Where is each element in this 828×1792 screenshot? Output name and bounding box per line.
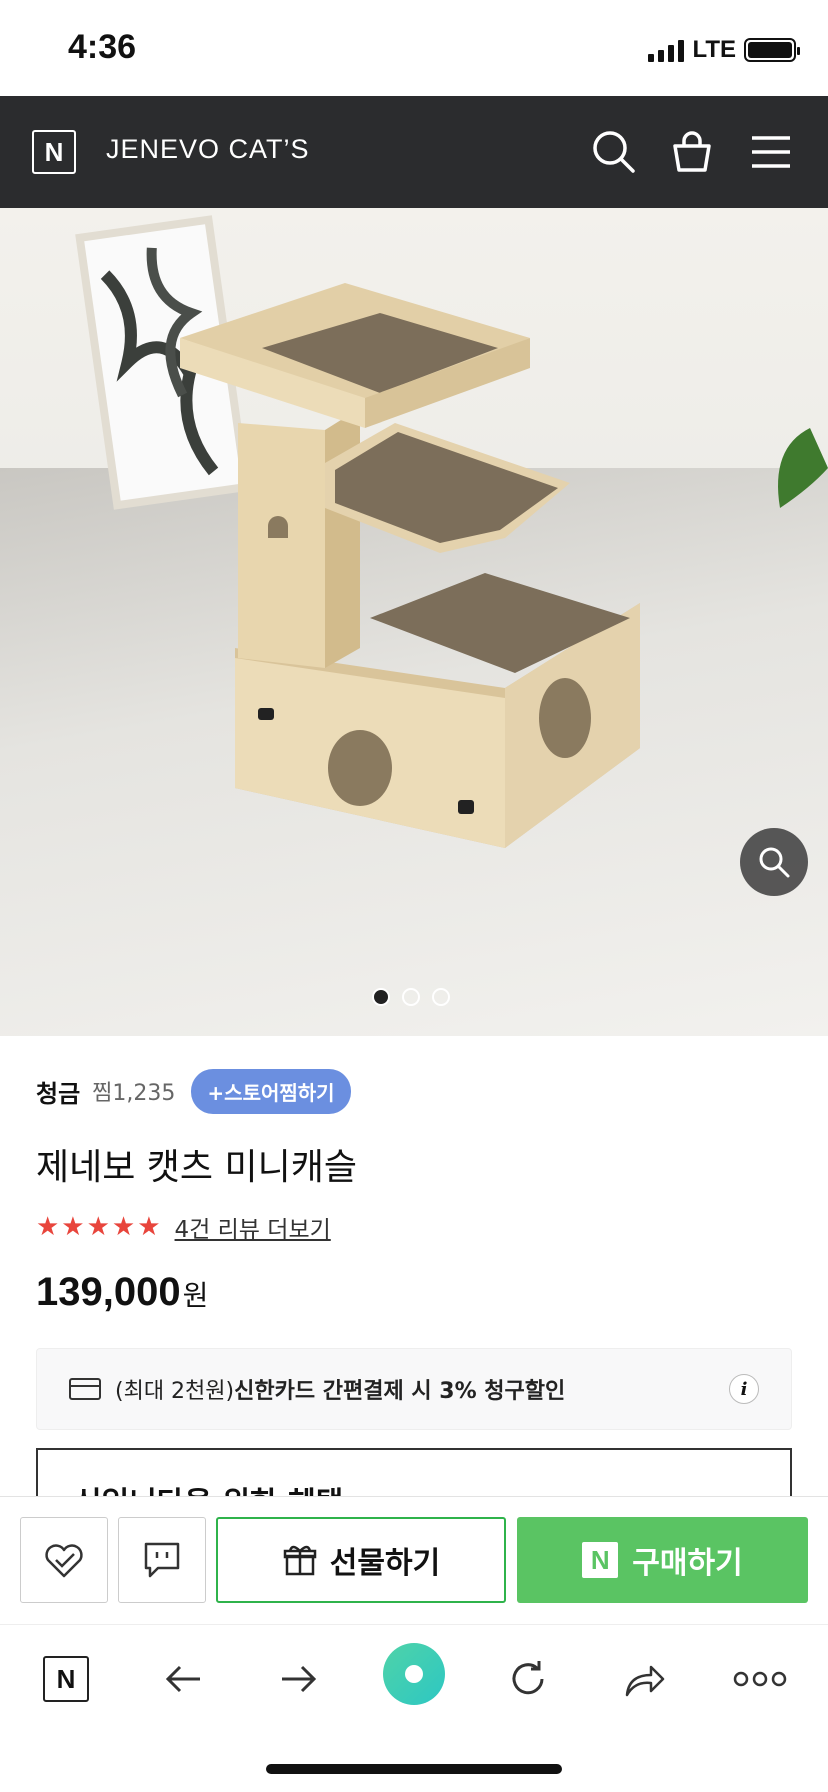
battery-icon xyxy=(744,38,800,62)
cellular-signal-icon xyxy=(648,38,685,62)
benefit-prefix: (최대 2천원) xyxy=(115,1379,235,1404)
share-arrow-icon xyxy=(625,1665,665,1697)
zoom-button[interactable] xyxy=(740,828,808,896)
benefit-text: (최대 2천원)신한카드 간편결제 시 3% 청구할인 xyxy=(115,1373,729,1405)
network-label: LTE xyxy=(692,36,736,63)
naver-pay-logo: N xyxy=(582,1542,619,1578)
arrow-left-icon xyxy=(165,1665,200,1693)
green-dot-button[interactable] xyxy=(383,1643,445,1705)
browser-home-button[interactable]: N xyxy=(36,1649,96,1709)
status-time: 4:36 xyxy=(68,28,137,66)
info-icon[interactable]: i xyxy=(729,1374,759,1404)
store-wish-button[interactable]: +스토어찜하기 xyxy=(191,1068,351,1114)
seller-row: 청금 찜1,235 +스토어찜하기 xyxy=(36,1068,792,1114)
pager-dot-3[interactable] xyxy=(432,988,450,1006)
browser-toolbar: N xyxy=(0,1624,828,1744)
price-value: 139,000 xyxy=(36,1270,181,1314)
review-link[interactable]: 4건 리뷰 더보기 xyxy=(175,1210,331,1244)
chat-icon xyxy=(144,1542,180,1578)
more-button[interactable] xyxy=(730,1649,790,1709)
store-name[interactable]: JENEVO CAT’S xyxy=(106,134,310,165)
pager-dot-1[interactable] xyxy=(372,988,390,1006)
refresh-icon xyxy=(512,1661,544,1695)
store-header: N JENEVO CAT’S xyxy=(0,96,828,208)
status-bar: 4:36 LTE xyxy=(0,0,828,96)
forward-button[interactable] xyxy=(268,1649,328,1709)
product-image[interactable] xyxy=(0,208,828,1036)
gift-label: 선물하기 xyxy=(329,1546,441,1581)
pager-dot-2[interactable] xyxy=(402,988,420,1006)
partial-section-title: 신입니다을 위한 혜택 xyxy=(74,1478,343,1498)
search-icon[interactable] xyxy=(588,126,640,178)
rating-row: ★★★★★ 4건 리뷰 더보기 xyxy=(36,1210,792,1244)
credit-card-icon xyxy=(69,1378,101,1400)
talk-button[interactable] xyxy=(118,1517,206,1603)
more-dots-icon xyxy=(733,1671,787,1687)
wish-count: 찜1,235 xyxy=(92,1081,176,1106)
back-button[interactable] xyxy=(154,1649,214,1709)
rating-stars: ★★★★★ xyxy=(36,1212,163,1242)
arrow-right-icon xyxy=(282,1665,317,1693)
share-button[interactable] xyxy=(614,1649,674,1709)
product-info: 청금 찜1,235 +스토어찜하기 제네보 캣츠 미니캐슬 ★★★★★ 4건 리… xyxy=(36,1068,792,1315)
menu-icon[interactable] xyxy=(746,126,798,178)
purchase-button[interactable]: N 구매하기 xyxy=(517,1517,808,1603)
benefit-highlight: 신한카드 간편결제 시 3% 청구할인 xyxy=(234,1379,566,1404)
gift-button[interactable]: 선물하기 xyxy=(216,1517,506,1603)
heart-check-icon xyxy=(45,1544,83,1578)
product-title: 제네보 캣츠 미니캐슬 xyxy=(36,1147,357,1188)
seller-name[interactable]: 청금 xyxy=(36,1074,80,1109)
purchase-bar: 선물하기 N 구매하기 xyxy=(0,1496,828,1624)
image-pager xyxy=(372,988,450,1006)
card-benefit-banner[interactable]: (최대 2천원)신한카드 간편결제 시 3% 청구할인 i xyxy=(36,1348,792,1430)
naver-logo-icon: N xyxy=(43,1656,89,1702)
status-indicators: LTE xyxy=(648,36,800,64)
green-dot-icon xyxy=(405,1665,423,1683)
price-currency: 원 xyxy=(182,1279,209,1312)
purchase-label: 구매하기 xyxy=(632,1546,743,1581)
gift-icon xyxy=(283,1545,317,1576)
reload-button[interactable] xyxy=(498,1649,558,1709)
wishlist-button[interactable] xyxy=(20,1517,108,1603)
magnifier-icon xyxy=(759,847,790,878)
home-indicator[interactable] xyxy=(266,1764,562,1774)
naver-home-logo[interactable]: N xyxy=(32,130,76,174)
cart-icon[interactable] xyxy=(666,126,718,178)
price-row: 139,000 원 xyxy=(36,1270,792,1315)
benefit-section-partial: 신입니다을 위한 혜택 xyxy=(36,1448,792,1498)
